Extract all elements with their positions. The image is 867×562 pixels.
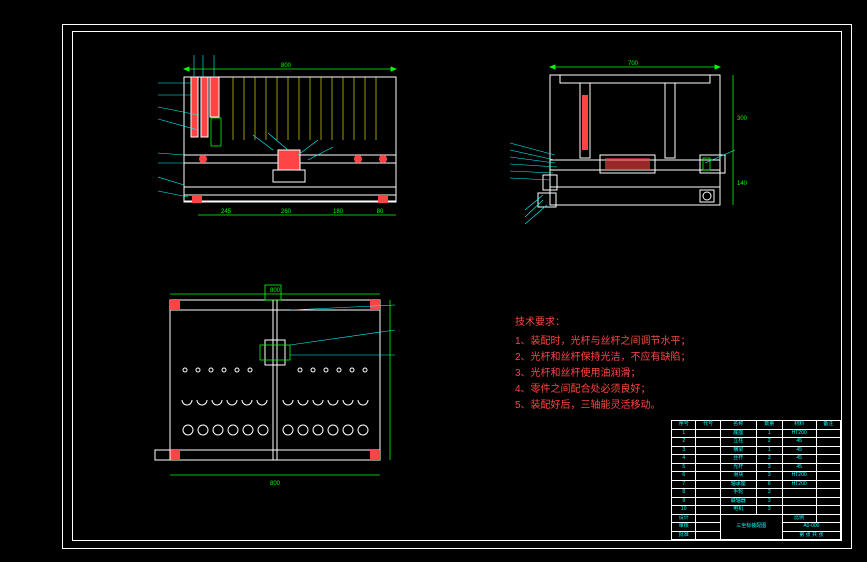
dim-tl-b2: 260 xyxy=(281,209,292,215)
dim-bl-top: 800 xyxy=(270,288,281,294)
dim-tr-h2: 140 xyxy=(737,181,748,187)
notes-title: 技术要求： xyxy=(515,315,691,331)
technical-requirements: 技术要求： 1、装配时，光杆与丝杆之间调节水平； 2、光杆和丝杆保持光洁，不应有… xyxy=(515,315,691,414)
top-view: 800 800 xyxy=(150,280,410,490)
note-2: 2、光杆和丝杆保持光洁，不应有缺陷； xyxy=(515,350,691,366)
note-1: 1、装配时，光杆与丝杆之间调节水平； xyxy=(515,334,691,350)
note-4: 4、零件之间配合处必须良好； xyxy=(515,382,691,398)
drawing-title: 三坐标装配图 xyxy=(720,514,782,540)
bom-table: 序号代号名称数量材料备注 1底座1HT200 2立柱245 3横梁145 4丝杆… xyxy=(671,420,841,540)
dim-tr-top: 700 xyxy=(628,61,639,67)
dim-tr-h1: 300 xyxy=(737,116,748,122)
dim-tl-b1: 245 xyxy=(221,209,232,215)
note-3: 3、光杆和丝杆使用油润滑； xyxy=(515,366,691,382)
dim-tl-top: 800 xyxy=(281,63,292,69)
cad-canvas: 800 245 260 180 80 1 2 3 4 5 6 7 8 xyxy=(0,0,867,562)
title-block: 序号代号名称数量材料备注 1底座1HT200 2立柱245 3横梁145 4丝杆… xyxy=(671,420,841,540)
side-view: 700 300 140 xyxy=(505,55,750,235)
note-5: 5、装配好后，三轴能灵活移动。 xyxy=(515,398,691,414)
front-view: 800 245 260 180 80 1 2 3 4 5 6 7 8 xyxy=(158,55,428,230)
dim-bl-bot: 800 xyxy=(270,481,281,487)
dim-tl-b4: 80 xyxy=(377,209,384,215)
dim-tl-b3: 180 xyxy=(333,209,344,215)
